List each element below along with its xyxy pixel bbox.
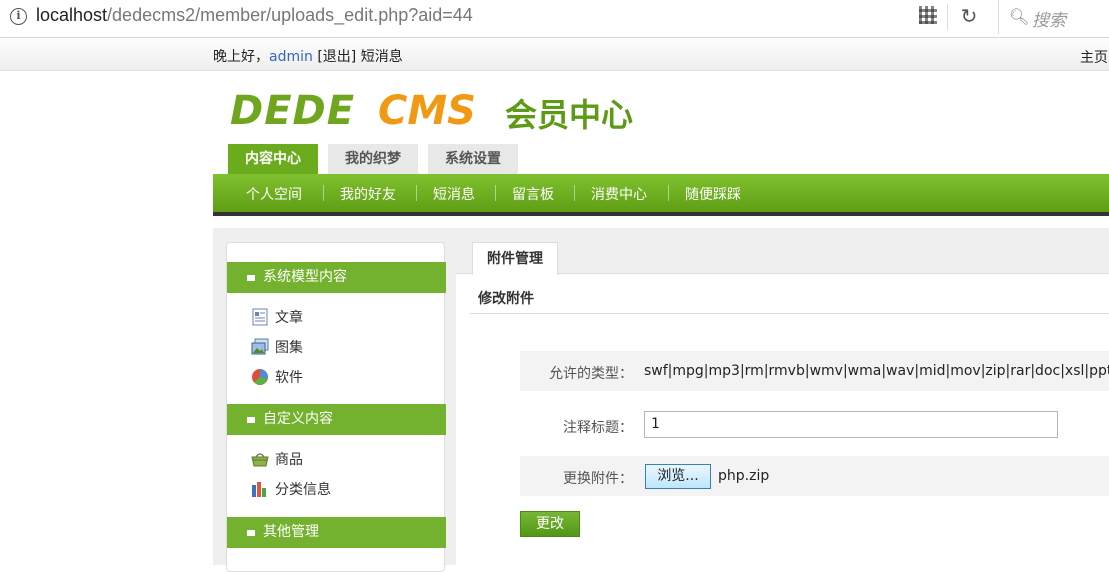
sidebar-section-title: 其他管理 [263,524,319,540]
sidebar-item-software[interactable]: 软件 [251,367,303,387]
sidebar-section-title: 自定义内容 [263,411,333,427]
submit-change-button[interactable]: 更改 [520,511,580,537]
sidebar-item-label: 图集 [275,340,303,356]
annotation-title-label: 注释标题： [563,420,633,436]
page-title: 修改附件 [478,291,534,307]
url-path: /dedecms2/member/uploads_edit.php?aid=44 [107,5,473,25]
nav-divider [574,185,575,201]
sidebar-section-custom-content[interactable]: 自定义内容 [227,404,446,435]
sidebar-item-label: 文章 [275,310,303,326]
allowed-types-label: 允许的类型： [549,366,633,382]
sidebar-item-label: 分类信息 [275,482,331,498]
toolbar-divider [947,4,948,30]
search-icon: 🔍︎ [1009,7,1030,26]
tab-attachment-management[interactable]: 附件管理 [472,242,558,275]
info-icon[interactable]: i [10,8,27,25]
browser-toolbar: i localhost/dedecms2/member/uploads_edit… [0,0,1109,38]
basket-icon [251,453,269,467]
address-bar[interactable]: i localhost/dedecms2/member/uploads_edit… [0,0,988,34]
collapse-icon [247,275,255,281]
logo-dede-text: DEDE [230,88,356,134]
greeting-text: 晚上好， [213,49,269,65]
software-icon [252,369,268,385]
nav-divider [323,185,324,201]
tab-my-dream[interactable]: 我的织梦 [328,144,418,174]
greeting-line: 晚上好，admin [退出] 短消息 [213,46,403,66]
home-link[interactable]: 主页 [1080,47,1108,67]
top-greeting-bar: 晚上好，admin [退出] 短消息 主页 [0,38,1109,71]
sidebar-item-label: 软件 [275,370,303,386]
sidebar-item-label: 商品 [275,452,303,468]
nav-personal-space[interactable]: 个人空间 [246,184,302,204]
main-panel: 附件管理 修改附件 允许的类型： swf|mpg|mp3|rm|rmvb|wmv… [456,242,1109,572]
allowed-types-value: swf|mpg|mp3|rm|rmvb|wmv|wma|wav|mid|mov|… [644,363,1109,379]
title-divider [470,313,1109,314]
annotation-title-row: 注释标题： 1 [520,405,1109,445]
article-icon [252,308,268,326]
nav-divider [495,185,496,201]
sidebar: 系统模型内容 文章 图集 软件 自定义内容 商品 分类信息 其他管理 [226,242,446,572]
nav-random-browse[interactable]: 随便踩踩 [685,184,741,204]
replace-attachment-label: 更换附件： [563,471,633,487]
sidebar-section-other-management[interactable]: 其他管理 [227,517,446,548]
sidebar-item-article[interactable]: 文章 [251,307,303,327]
collapse-icon [247,417,255,423]
sidebar-item-classified-info[interactable]: 分类信息 [251,479,331,499]
logo-member-center-text: 会员中心 [505,96,634,134]
sidebar-item-gallery[interactable]: 图集 [251,337,303,357]
nav-messages[interactable]: 短消息 [433,184,475,204]
nav-guestbook[interactable]: 留言板 [512,184,554,204]
logo-cms-text: CMS [378,88,476,134]
gallery-icon [251,338,269,355]
tab-content-center[interactable]: 内容中心 [228,144,318,174]
logout-link[interactable]: [退出] [317,49,356,65]
main-tab-bar: 附件管理 [456,242,1109,275]
browse-button[interactable]: 浏览... [645,464,711,489]
chart-icon [252,482,266,497]
qr-code-icon[interactable] [919,6,937,24]
sidebar-section-system-models[interactable]: 系统模型内容 [227,262,446,293]
nav-my-friends[interactable]: 我的好友 [340,184,396,204]
tab-system-settings[interactable]: 系统设置 [428,144,518,174]
allowed-types-row: 允许的类型： swf|mpg|mp3|rm|rmvb|wmv|wma|wav|m… [520,351,1109,391]
annotation-title-input[interactable]: 1 [644,411,1058,438]
green-nav-bar: 个人空间 我的好友 短消息 留言板 消费中心 随便踩踩 [213,174,1109,216]
browser-search-box[interactable]: 🔍︎ 搜索 [998,0,1109,34]
nav-divider [668,185,669,201]
collapse-icon [247,530,255,536]
sidebar-item-products[interactable]: 商品 [251,449,303,469]
url-host: localhost [36,5,108,25]
messages-link[interactable]: 短消息 [361,49,403,65]
username-link[interactable]: admin [269,49,313,65]
nav-consumption-center[interactable]: 消费中心 [591,184,647,204]
reload-icon[interactable]: ↻ [959,4,979,28]
search-placeholder: 搜索 [1032,11,1066,31]
selected-file-name: php.zip [718,468,770,484]
url-text[interactable]: localhost/dedecms2/member/uploads_edit.p… [36,5,473,26]
nav-divider [416,185,417,201]
replace-attachment-row: 更换附件： 浏览... php.zip [520,456,1109,496]
sidebar-section-title: 系统模型内容 [263,269,347,285]
